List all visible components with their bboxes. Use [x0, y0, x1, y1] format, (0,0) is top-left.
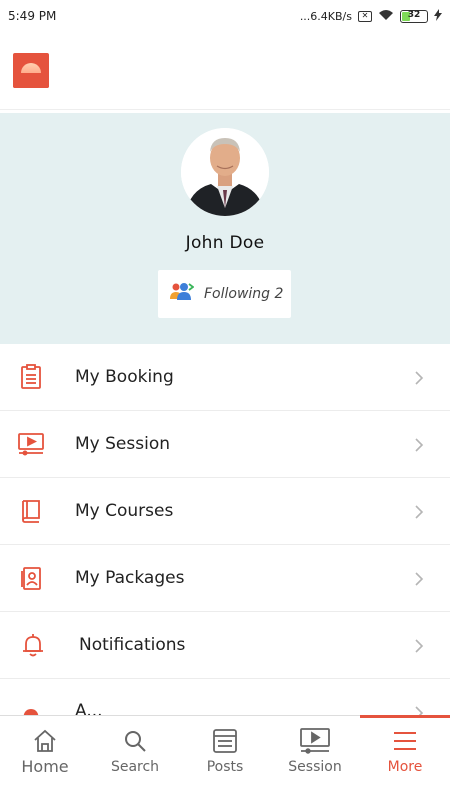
menu-label-my-session: My Session [75, 434, 170, 454]
status-bar: 5:49 PM ...6.4KB/s ✕ 32 [0, 0, 450, 32]
charging-icon [434, 8, 442, 24]
chevron-right-icon [412, 370, 426, 385]
menu-item-my-booking[interactable]: My Booking [0, 344, 450, 411]
menu-label-my-packages: My Packages [75, 568, 185, 588]
menu-label-my-courses: My Courses [75, 501, 174, 521]
session-icon [300, 728, 330, 754]
clipboard-icon [18, 364, 44, 390]
status-indicators: ...6.4KB/s ✕ 32 [299, 8, 442, 24]
bottom-nav: Home Search Posts Session More [0, 715, 450, 800]
chevron-right-icon [412, 571, 426, 586]
chevron-right-icon [412, 504, 426, 519]
status-time: 5:49 PM [8, 9, 57, 23]
profile-name: John Doe [185, 233, 265, 253]
nav-more[interactable]: More [360, 715, 450, 800]
nav-label-posts: Posts [206, 759, 244, 775]
nav-label-home: Home [21, 757, 69, 776]
app-logo [13, 53, 49, 88]
menu-icon [394, 732, 416, 750]
profile-section: John Doe Following 2 [0, 113, 450, 344]
nav-session[interactable]: Session [270, 716, 360, 800]
following-button[interactable]: Following 2 [158, 270, 291, 318]
nav-label-search: Search [110, 759, 160, 775]
menu-list: My Booking My Session My Courses My Pack… [0, 344, 450, 721]
wifi-icon [378, 9, 394, 24]
menu-item-partial[interactable]: A... [0, 679, 450, 721]
app-header [0, 32, 450, 110]
avatar[interactable] [181, 128, 269, 216]
bell-icon [20, 632, 46, 658]
book-icon [18, 498, 44, 524]
nav-label-session: Session [288, 759, 342, 775]
menu-label-my-booking: My Booking [75, 367, 174, 387]
menu-item-my-packages[interactable]: My Packages [0, 545, 450, 612]
menu-item-my-courses[interactable]: My Courses [0, 478, 450, 545]
users-icon [170, 282, 195, 306]
chevron-right-icon [412, 638, 426, 653]
posts-icon [213, 729, 237, 753]
nav-search[interactable]: Search [90, 716, 180, 800]
home-icon [34, 729, 56, 752]
menu-label-notifications: Notifications [79, 635, 186, 655]
nav-posts[interactable]: Posts [180, 716, 270, 800]
following-label: Following 2 [204, 286, 284, 302]
nav-home[interactable]: Home [0, 716, 90, 800]
sim-icon: ✕ [358, 10, 372, 22]
battery-icon: 32 [400, 9, 428, 23]
menu-item-notifications[interactable]: Notifications [0, 612, 450, 679]
menu-item-my-session[interactable]: My Session [0, 411, 450, 478]
avatar-image [181, 128, 269, 216]
video-session-icon [18, 431, 44, 457]
network-speed: ...6.4KB/s [299, 9, 352, 23]
search-icon [125, 731, 146, 752]
package-id-icon [18, 565, 44, 591]
chevron-right-icon [412, 437, 426, 452]
nav-label-more: More [387, 759, 423, 775]
